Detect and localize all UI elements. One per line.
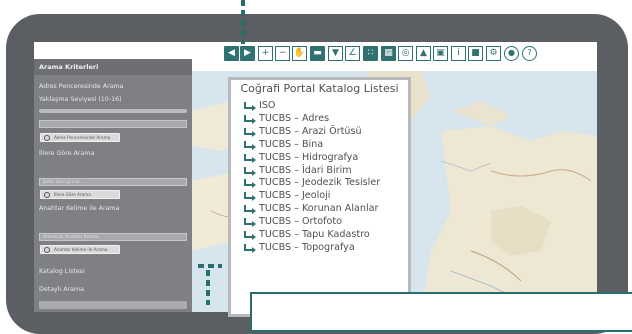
catalog-list-link[interactable]: Katalog Listesi	[39, 268, 85, 275]
arrow-left-icon[interactable]: ◀	[224, 46, 239, 61]
province-search-button-label: İllere Göre Arama	[54, 192, 91, 197]
bus-icon[interactable]: ■	[468, 46, 483, 61]
zoom-in-icon[interactable]: +	[258, 46, 273, 61]
address-input[interactable]	[39, 120, 187, 128]
help-icon[interactable]: ?	[522, 46, 537, 61]
sidebar-header: Arama Kriterleri	[34, 59, 192, 75]
province-search-label: İllere Göre Arama	[39, 150, 95, 157]
return-arrow-icon	[244, 166, 256, 176]
address-search-label: Adres Penceresinde Arama	[39, 83, 124, 90]
return-arrow-icon	[244, 243, 256, 253]
callout-connector	[206, 270, 210, 305]
search-icon	[44, 247, 50, 253]
layers-icon[interactable]: ▦	[381, 46, 396, 61]
return-arrow-icon	[244, 218, 256, 228]
catalog-item-label: TUCBS – İdari Birim	[259, 164, 352, 176]
catalog-item-label: TUCBS – Tapu Kadastro	[259, 229, 370, 240]
callout-connector	[241, 0, 245, 44]
return-arrow-icon	[244, 114, 256, 124]
catalog-item-label: TUCBS – Korunan Alanlar	[259, 203, 379, 215]
settings-icon[interactable]: ⚙	[486, 46, 501, 61]
north-arrow-icon[interactable]: ▲	[416, 46, 431, 61]
user-icon[interactable]: ●	[504, 46, 519, 61]
globe-icon[interactable]: ◎	[398, 46, 413, 61]
pan-hand-icon[interactable]: ✋	[292, 46, 307, 61]
return-arrow-icon	[244, 231, 256, 240]
catalog-title: Coğrafi Portal Katalog Listesi	[240, 82, 399, 95]
return-arrow-icon	[244, 127, 256, 137]
callout-box	[250, 292, 632, 332]
zoom-level-label: Yaklaşma Seviyesi (10-16)	[39, 96, 122, 103]
keyword-input[interactable]: Aranacak Anahtar Kelime	[39, 233, 187, 241]
detailed-search-link[interactable]: Detaylı Arama	[39, 286, 84, 293]
arrow-right-icon[interactable]: ▶	[240, 46, 255, 61]
catalog-item-label: TUCBS – Arazi Örtüsü	[259, 125, 362, 137]
catalog-item-label: ISO	[259, 100, 276, 111]
catalog-item-label: TUCBS – Adres	[259, 112, 330, 124]
search-sidebar: Arama Kriterleri Adres Penceresinde Aram…	[34, 59, 192, 312]
return-arrow-icon	[244, 102, 256, 111]
catalog-item-label: TUCBS – Jeodezik Tesisler	[259, 177, 381, 189]
catalog-item-label: TUCBS – Hidrografya	[259, 151, 359, 163]
search-icon	[44, 192, 50, 198]
return-arrow-icon	[244, 205, 256, 215]
zoom-level-slider[interactable]	[39, 109, 187, 113]
catalog-item-label: TUCBS – Ortofoto	[259, 216, 342, 228]
keyword-search-button-label: Anahtar Kelime ile Arama	[54, 247, 108, 252]
car-icon[interactable]: ▬	[310, 46, 325, 61]
keyword-search-button[interactable]: Anahtar Kelime ile Arama	[40, 245, 120, 254]
catalog-item-label: TUCBS – Jeoloji	[259, 190, 331, 202]
province-search-button[interactable]: İllere Göre Arama	[40, 190, 120, 199]
location-pin-icon[interactable]: ▼	[328, 46, 343, 61]
detailed-search-field[interactable]	[39, 301, 187, 309]
print-icon[interactable]: ▣	[433, 46, 448, 61]
address-search-button-label: Adres Penceresinde Arama	[54, 135, 111, 140]
return-arrow-icon	[244, 192, 256, 202]
catalog-item-label: TUCBS – Topografya	[259, 241, 355, 253]
return-arrow-icon	[244, 153, 256, 163]
info-icon[interactable]: i	[451, 46, 466, 61]
return-arrow-icon	[244, 179, 256, 189]
address-search-button[interactable]: Adres Penceresinde Arama	[40, 133, 120, 142]
province-input[interactable]: Şehir ismi giriniz...	[39, 178, 187, 186]
catalog-item-label: TUCBS – Bina	[259, 138, 324, 150]
search-icon	[44, 135, 50, 141]
catalog-list-panel: Coğrafi Portal Katalog Listesi ISO TUCBS …	[228, 77, 411, 317]
return-arrow-icon	[244, 140, 256, 150]
callout-connector	[198, 264, 222, 268]
measure-angle-icon[interactable]: ∠	[345, 46, 360, 61]
grid-icon[interactable]: ∷	[363, 46, 378, 61]
keyword-search-label: Anahtar Kelime ile Arama	[39, 205, 120, 212]
zoom-out-icon[interactable]: −	[275, 46, 290, 61]
